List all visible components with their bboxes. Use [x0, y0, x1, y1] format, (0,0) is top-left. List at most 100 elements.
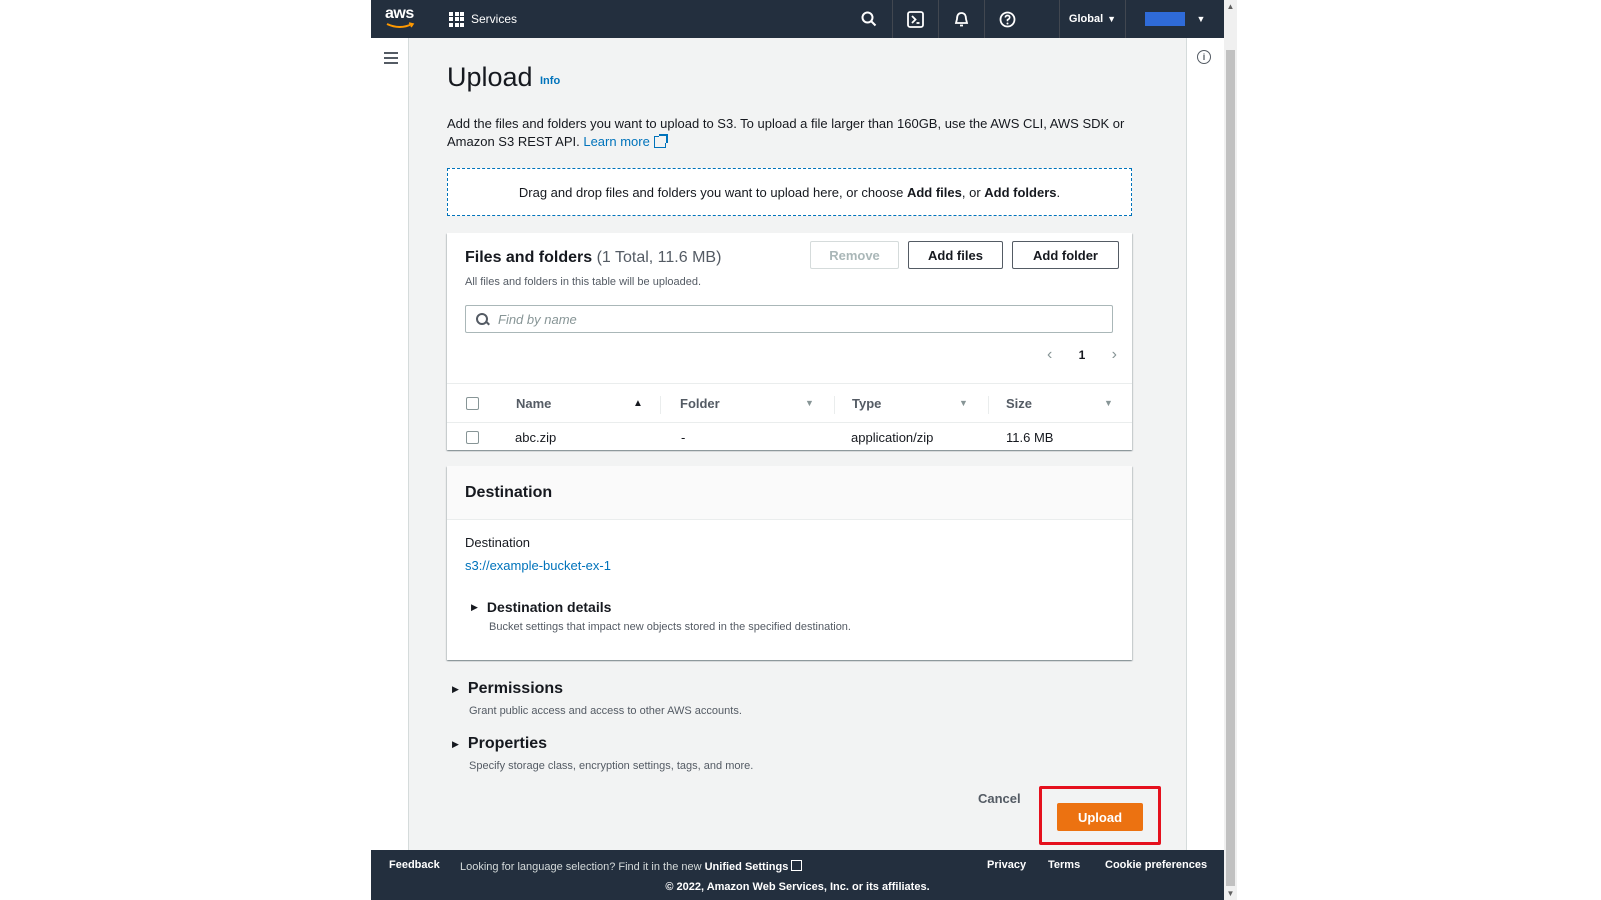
select-all-cell: [466, 384, 479, 422]
account-menu[interactable]: ▼: [1125, 0, 1224, 38]
page-scrollbar[interactable]: ▲ ▼: [1224, 0, 1237, 900]
services-grid-icon: [449, 11, 464, 27]
page-description: Add the files and folders you want to up…: [447, 115, 1147, 151]
destination-details-label: Destination details: [486, 599, 612, 615]
aws-console-app: aws Services Global ▼ ▼ Upload Info Add …: [371, 0, 1224, 900]
column-header-size[interactable]: Size: [1006, 384, 1106, 422]
caret-right-icon: ▶: [471, 601, 478, 612]
description-text: Add the files and folders you want to up…: [447, 116, 1125, 149]
column-divider[interactable]: [834, 396, 835, 414]
learn-more-link[interactable]: Learn more: [583, 134, 668, 149]
aws-logo-text: aws: [385, 5, 414, 22]
remove-button[interactable]: Remove: [810, 241, 899, 269]
search-icon: [861, 11, 877, 27]
info-link[interactable]: Info: [540, 75, 560, 87]
account-name-redacted: [1144, 12, 1185, 26]
aws-smile-icon: [386, 22, 415, 28]
cookie-preferences-link[interactable]: Cookie preferences: [1105, 859, 1207, 871]
cell-name: abc.zip: [515, 429, 557, 445]
destination-details-expander[interactable]: ▶ Destination details: [471, 599, 611, 615]
cell-type: application/zip: [851, 429, 934, 445]
column-divider[interactable]: [660, 396, 661, 414]
sort-dropdown-icon[interactable]: ▼: [959, 384, 968, 422]
external-link-icon: [791, 860, 803, 871]
scroll-up-icon[interactable]: ▲: [1224, 2, 1237, 11]
destination-panel: Destination Destination s3://example-buc…: [447, 466, 1132, 660]
column-header-folder[interactable]: Folder: [680, 384, 810, 422]
unified-settings-link[interactable]: Unified Settings: [705, 861, 789, 873]
dropzone-add-folders: Add folders: [984, 184, 1057, 200]
cancel-button[interactable]: Cancel: [978, 791, 1021, 806]
column-type-label: Type: [852, 395, 882, 411]
sort-ascending-icon[interactable]: ▲: [633, 384, 643, 422]
info-icon[interactable]: i: [1197, 50, 1211, 64]
find-by-name-search: [465, 305, 1113, 333]
caret-down-icon: ▼: [1196, 14, 1206, 24]
permissions-expander[interactable]: ▶ Permissions: [452, 680, 563, 698]
main-content: Upload Info Add the files and folders yo…: [410, 38, 1186, 850]
caret-down-icon: ▼: [1107, 14, 1117, 24]
destination-header: Destination: [447, 466, 1132, 520]
privacy-link[interactable]: Privacy: [987, 859, 1026, 871]
dropzone-add-files: Add files: [906, 184, 962, 200]
add-files-button[interactable]: Add files: [908, 241, 1003, 269]
upload-button[interactable]: Upload: [1057, 803, 1143, 831]
table-row[interactable]: abc.zip - application/zip 11.6 MB: [447, 423, 1132, 451]
left-navigation-rail: [371, 38, 409, 850]
add-folder-button[interactable]: Add folder: [1012, 241, 1119, 269]
search-input[interactable]: [498, 311, 1098, 327]
files-panel-title: Files and folders (1 Total, 11.6 MB): [465, 249, 722, 266]
aws-logo[interactable]: aws: [385, 6, 419, 32]
destination-bucket-link[interactable]: s3://example-bucket-ex-1: [465, 558, 611, 573]
column-header-type[interactable]: Type: [852, 384, 962, 422]
properties-label: Properties: [467, 735, 548, 752]
terms-link[interactable]: Terms: [1048, 859, 1080, 871]
search-icon: [476, 313, 488, 325]
current-page-number[interactable]: 1: [1079, 348, 1086, 362]
feedback-link[interactable]: Feedback: [389, 859, 440, 871]
files-table: Name ▲ Folder ▼ Type ▼ Size ▼ abc.zip - …: [447, 383, 1132, 451]
pagination: ‹ 1 ›: [1047, 345, 1117, 365]
bell-icon: [954, 11, 969, 26]
footer: Feedback Looking for language selection?…: [371, 850, 1224, 900]
chevron-left-icon[interactable]: ‹: [1047, 346, 1052, 364]
row-checkbox[interactable]: [466, 430, 479, 444]
row-select-cell: [466, 423, 479, 451]
support-button[interactable]: [984, 0, 1030, 38]
destination-title: Destination: [465, 484, 553, 501]
scrollbar-thumb[interactable]: [1226, 50, 1235, 886]
files-panel-subtitle: All files and folders in this table will…: [465, 276, 702, 288]
column-name-label: Name: [516, 395, 552, 411]
chevron-right-icon[interactable]: ›: [1112, 346, 1117, 364]
search-button[interactable]: [846, 0, 892, 38]
menu-icon[interactable]: [384, 52, 398, 67]
cloudshell-button[interactable]: [892, 0, 938, 38]
sort-dropdown-icon[interactable]: ▼: [1104, 384, 1113, 422]
table-header-row: Name ▲ Folder ▼ Type ▼ Size ▼: [447, 383, 1132, 423]
page-title: Upload: [447, 62, 533, 92]
column-folder-label: Folder: [680, 395, 720, 411]
sort-dropdown-icon[interactable]: ▼: [805, 384, 814, 422]
right-tools-rail: i: [1186, 38, 1224, 850]
destination-label: Destination: [465, 535, 531, 550]
region-selector[interactable]: Global ▼: [1059, 0, 1125, 38]
services-menu-button[interactable]: Services: [449, 0, 517, 38]
permissions-description: Grant public access and access to other …: [469, 705, 742, 717]
cell-folder: -: [681, 429, 686, 445]
file-dropzone[interactable]: Drag and drop files and folders you want…: [447, 168, 1132, 216]
column-divider[interactable]: [988, 396, 989, 414]
external-link-icon: [653, 134, 668, 148]
destination-details-description: Bucket settings that impact new objects …: [489, 621, 851, 633]
scroll-down-icon[interactable]: ▼: [1224, 889, 1237, 898]
cell-size: 11.6 MB: [1006, 429, 1054, 445]
top-navigation-bar: aws Services Global ▼ ▼: [371, 0, 1224, 38]
column-header-name[interactable]: Name: [516, 384, 646, 422]
files-count: (1 Total, 11.6 MB): [596, 249, 722, 266]
copyright-text: © 2022, Amazon Web Services, Inc. or its…: [665, 881, 930, 893]
properties-expander[interactable]: ▶ Properties: [452, 735, 547, 753]
notifications-button[interactable]: [938, 0, 984, 38]
terminal-icon: [907, 10, 924, 28]
properties-description: Specify storage class, encryption settin…: [469, 760, 754, 772]
select-all-checkbox[interactable]: [466, 396, 479, 410]
dropzone-text: Drag and drop files and folders you want…: [518, 184, 1061, 200]
